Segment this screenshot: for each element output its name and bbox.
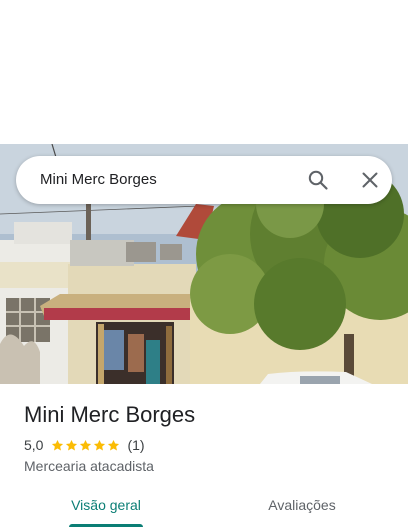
close-button[interactable]: [352, 162, 388, 198]
active-tab-indicator: [69, 524, 143, 527]
rating-value: 5,0: [24, 437, 44, 453]
search-input[interactable]: Mini Merc Borges: [40, 156, 157, 204]
close-icon: [362, 172, 378, 188]
tab-bar: Visão geral Avaliações: [0, 486, 408, 528]
star-icon: [52, 439, 64, 450]
star-icon: [66, 439, 78, 450]
rating-row: 5,0 (1): [24, 434, 145, 456]
star-icon: [80, 439, 92, 450]
place-details-page: Mini Merc Borges Mini Merc Borges 5,0 (1…: [0, 0, 408, 528]
place-category[interactable]: Mercearia atacadista: [24, 457, 154, 475]
review-count-link[interactable]: (1): [127, 437, 144, 453]
star-icon: [94, 439, 106, 450]
place-title: Mini Merc Borges: [24, 402, 196, 427]
search-icon: [308, 170, 328, 190]
search-button[interactable]: [300, 162, 336, 198]
tab-overview[interactable]: Visão geral: [62, 486, 150, 526]
map-area-blank: [0, 0, 408, 144]
rating-stars: [51, 439, 121, 452]
tab-reviews[interactable]: Avaliações: [258, 486, 346, 526]
search-bar[interactable]: Mini Merc Borges: [16, 156, 392, 204]
star-icon: [108, 439, 120, 450]
